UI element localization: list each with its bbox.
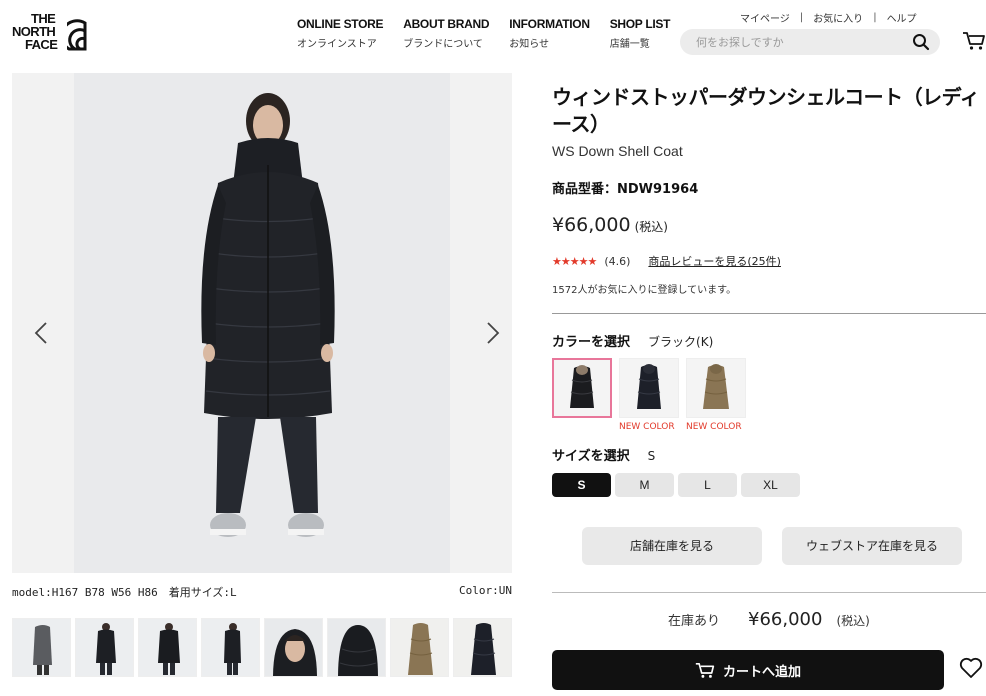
product-title: ウィンドストッパーダウンシェルコート（レディース） xyxy=(552,85,980,136)
product-model-number: 商品型番：NDW91964 xyxy=(552,182,699,197)
color-label-text: カラーを選択 xyxy=(552,335,631,350)
model-figure-image xyxy=(201,93,335,537)
star-rating: ★★★★★ xyxy=(552,254,597,268)
nav-label-en: ONLINE STORE xyxy=(297,17,384,31)
divider xyxy=(552,313,986,314)
nav-label-jp: オンラインストア xyxy=(297,39,377,50)
brand-logo[interactable]: THE NORTH FACE xyxy=(12,12,94,54)
size-option-m[interactable]: M xyxy=(615,473,674,497)
product-main-image[interactable] xyxy=(12,73,512,573)
nav-label-en: ABOUT BRAND xyxy=(403,17,490,31)
search-icon[interactable] xyxy=(912,33,930,51)
thumbnail-strip xyxy=(12,618,516,677)
thumbnail[interactable] xyxy=(12,618,71,677)
nav-information[interactable]: INFORMATION お知らせ xyxy=(509,17,590,50)
half-dome-icon xyxy=(67,19,87,51)
selected-color: ブラック(K) xyxy=(648,335,714,349)
nav-label-en: SHOP LIST xyxy=(609,17,671,31)
size-selector-label: サイズを選択 S xyxy=(552,445,655,464)
summary-tax: (税込) xyxy=(836,614,870,628)
thumbnail[interactable] xyxy=(327,618,386,677)
product-price: ¥66,000 (税込) xyxy=(552,214,668,236)
rating-score: (4.6) xyxy=(604,254,631,268)
thumbnail[interactable] xyxy=(201,618,260,677)
price-value: ¥66,000 xyxy=(552,214,631,236)
help-link[interactable]: ヘルプ xyxy=(887,10,917,25)
divider: | xyxy=(799,12,804,23)
favorite-count: 1572人がお気に入りに登録しています。 xyxy=(552,285,737,296)
search-bar xyxy=(680,29,940,55)
utility-links: マイページ | お気に入り | ヘルプ xyxy=(740,10,917,25)
cart-icon xyxy=(695,662,715,679)
color-swatch[interactable]: NEW COLOR xyxy=(686,358,746,432)
add-to-cart-label: カートへ追加 xyxy=(722,664,801,680)
model-info: model:H167 B78 W56 H86 着用サイズ:L xyxy=(12,586,237,599)
nav-label-en: INFORMATION xyxy=(509,17,590,31)
nav-label-jp: お知らせ xyxy=(509,39,550,50)
thumbnail[interactable] xyxy=(453,618,512,677)
store-stock-button[interactable]: 店舗在庫を見る xyxy=(582,527,762,565)
thumbnail[interactable] xyxy=(390,618,449,677)
review-link[interactable]: 商品レビューを見る(25件) xyxy=(648,253,781,269)
new-color-badge: NEW COLOR xyxy=(619,422,675,432)
size-option-l[interactable]: L xyxy=(678,473,737,497)
size-option-xl[interactable]: XL xyxy=(741,473,800,497)
mypage-link[interactable]: マイページ xyxy=(740,10,790,25)
favorites-link[interactable]: お気に入り xyxy=(813,10,863,25)
stock-availability: 在庫あり xyxy=(668,614,721,629)
nav-label-jp: ブランドについて xyxy=(403,39,483,50)
model-info-row: model:H167 B78 W56 H86 着用サイズ:L Color:UN xyxy=(12,584,512,600)
nav-online-store[interactable]: ONLINE STORE オンラインストア xyxy=(297,17,384,50)
new-color-badge: NEW COLOR xyxy=(686,422,742,432)
webstore-stock-button[interactable]: ウェブストア在庫を見る xyxy=(782,527,962,565)
next-arrow-icon[interactable] xyxy=(486,321,500,345)
color-swatch[interactable]: NEW COLOR xyxy=(619,358,679,432)
logo-text: THE NORTH FACE xyxy=(12,12,58,52)
color-swatch[interactable] xyxy=(552,358,612,432)
nav-about-brand[interactable]: ABOUT BRAND ブランドについて xyxy=(403,17,489,50)
selected-size: S xyxy=(647,449,656,463)
prev-arrow-icon[interactable] xyxy=(34,321,48,345)
main-nav: ONLINE STORE オンラインストア ABOUT BRAND ブランドにつ… xyxy=(297,17,690,50)
summary-price: ¥66,000 xyxy=(748,609,823,630)
stock-summary: 在庫あり ¥66,000 (税込) xyxy=(668,609,870,630)
thumbnail[interactable] xyxy=(264,618,323,677)
logo-line: FACE xyxy=(25,37,58,52)
color-info: Color:UN xyxy=(459,584,512,597)
size-options: S M L XL xyxy=(552,473,804,497)
size-label-text: サイズを選択 xyxy=(552,449,630,464)
nav-shop-list[interactable]: SHOP LIST 店舗一覧 xyxy=(609,17,671,50)
divider xyxy=(552,592,986,593)
nav-label-jp: 店舗一覧 xyxy=(609,39,650,50)
divider: | xyxy=(873,12,877,23)
heart-icon[interactable] xyxy=(959,657,983,679)
rating-row: ★★★★★ (4.6) 商品レビューを見る(25件) xyxy=(552,253,781,269)
thumbnail[interactable] xyxy=(138,618,197,677)
product-subtitle: WS Down Shell Coat xyxy=(552,143,683,159)
search-input[interactable] xyxy=(696,29,906,55)
size-option-s[interactable]: S xyxy=(552,473,611,497)
color-selector-label: カラーを選択 ブラック(K) xyxy=(552,331,713,350)
color-swatches: NEW COLOR NEW COLOR xyxy=(552,358,753,432)
price-tax: (税込) xyxy=(634,220,668,234)
add-to-cart-button[interactable]: カートへ追加 xyxy=(552,650,944,690)
cart-icon[interactable] xyxy=(962,31,986,51)
thumbnail[interactable] xyxy=(75,618,134,677)
